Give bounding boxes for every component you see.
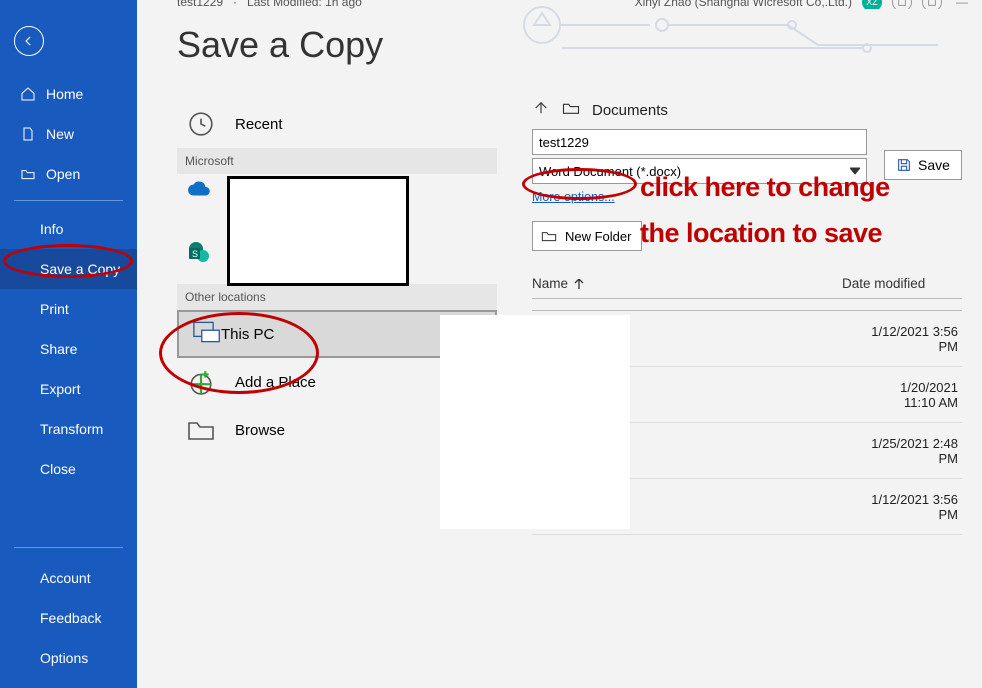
sharepoint-icon: S bbox=[187, 240, 211, 269]
sidebar-item-home[interactable]: Home bbox=[0, 74, 137, 114]
sidebar-item-new[interactable]: New bbox=[0, 114, 137, 154]
sidebar-item-transform[interactable]: Transform bbox=[0, 409, 137, 449]
page-title: Save a Copy bbox=[177, 24, 383, 66]
sidebar-label-open: Open bbox=[46, 166, 80, 182]
annotation-text-line2: the location to save bbox=[640, 218, 882, 249]
home-icon bbox=[20, 86, 36, 102]
folder-icon bbox=[541, 228, 557, 244]
file-date-cell: 1/12/2021 3:56 PM bbox=[870, 324, 962, 354]
folder-open-icon bbox=[20, 166, 36, 182]
annotation-circle-more-options bbox=[522, 168, 637, 200]
file-date-cell: 1/12/2021 3:56 PM bbox=[870, 492, 962, 522]
locations-heading-other: Other locations bbox=[177, 284, 497, 310]
last-modified: Last Modified: 1h ago bbox=[247, 0, 362, 9]
window-min-icon[interactable]: — bbox=[952, 0, 972, 9]
sidebar-separator bbox=[14, 200, 123, 201]
sidebar-item-close[interactable]: Close bbox=[0, 449, 137, 489]
annotation-text-line1: click here to change bbox=[640, 172, 890, 203]
sidebar-item-open[interactable]: Open bbox=[0, 154, 137, 194]
doc-filename: test1229 bbox=[177, 0, 223, 9]
new-folder-button[interactable]: New Folder bbox=[532, 221, 642, 251]
user-avatar[interactable]: XZ bbox=[862, 0, 882, 9]
save-button[interactable]: Save bbox=[884, 150, 962, 180]
window-control-icon[interactable] bbox=[892, 0, 912, 9]
sidebar-item-options[interactable]: Options bbox=[0, 638, 137, 678]
list-gap bbox=[532, 299, 962, 311]
folder-open-icon[interactable] bbox=[562, 99, 580, 121]
filename-input[interactable] bbox=[532, 129, 867, 155]
svg-text:S: S bbox=[192, 249, 198, 259]
sidebar-item-print[interactable]: Print bbox=[0, 289, 137, 329]
folder-icon bbox=[187, 416, 215, 444]
sidebar-item-share[interactable]: Share bbox=[0, 329, 137, 369]
dot: · bbox=[233, 0, 237, 9]
whiteout-mask bbox=[440, 315, 630, 529]
column-date[interactable]: Date modified bbox=[842, 276, 962, 291]
location-label: Browse bbox=[235, 422, 285, 439]
save-button-label: Save bbox=[918, 157, 950, 173]
locations-heading-microsoft: Microsoft bbox=[177, 148, 497, 174]
document-icon bbox=[20, 126, 36, 142]
breadcrumb-folder[interactable]: Documents bbox=[592, 102, 668, 119]
sidebar-nav-top: Home New Open Info Save a Copy Print Sha… bbox=[0, 74, 137, 489]
sidebar-separator-bottom bbox=[14, 547, 123, 548]
clock-icon bbox=[187, 110, 215, 138]
title-bar: test1229 · Last Modified: 1h ago Xinyi Z… bbox=[177, 0, 972, 9]
cloud-icon bbox=[187, 180, 213, 203]
sidebar-item-export[interactable]: Export bbox=[0, 369, 137, 409]
up-arrow-icon[interactable] bbox=[532, 99, 550, 121]
sort-asc-icon bbox=[574, 279, 584, 289]
window-control-icon[interactable] bbox=[922, 0, 942, 9]
sidebar-item-feedback[interactable]: Feedback bbox=[0, 598, 137, 638]
new-folder-label: New Folder bbox=[565, 229, 631, 244]
arrow-left-icon bbox=[22, 34, 36, 48]
file-date-cell: 1/25/2021 2:48 PM bbox=[870, 436, 962, 466]
annotation-circle-this-pc bbox=[159, 312, 319, 394]
sidebar-nav-bottom: Account Feedback Options bbox=[0, 541, 137, 678]
breadcrumb: Documents bbox=[532, 95, 962, 125]
provider-onedrive[interactable] bbox=[177, 174, 497, 234]
file-date-cell: 1/20/2021 11:10 AM bbox=[870, 380, 962, 410]
file-list-header: Name Date modified bbox=[532, 269, 962, 299]
document-thumbnail bbox=[227, 176, 409, 286]
sidebar-label-new: New bbox=[46, 126, 74, 142]
location-label: Recent bbox=[235, 116, 283, 133]
column-name[interactable]: Name bbox=[532, 276, 842, 291]
location-recent[interactable]: Recent bbox=[177, 100, 497, 148]
backstage-sidebar: Home New Open Info Save a Copy Print Sha… bbox=[0, 0, 137, 688]
sidebar-item-info[interactable]: Info bbox=[0, 209, 137, 249]
back-button[interactable] bbox=[14, 26, 44, 56]
sidebar-label-home: Home bbox=[46, 86, 83, 102]
user-name: Xinyi Zhao (Shanghai Wicresoft Co,.Ltd.) bbox=[635, 0, 852, 9]
save-icon bbox=[896, 157, 912, 173]
decorative-lines-icon bbox=[502, 0, 982, 60]
annotation-circle-save-a-copy bbox=[3, 244, 133, 278]
sidebar-item-account[interactable]: Account bbox=[0, 558, 137, 598]
